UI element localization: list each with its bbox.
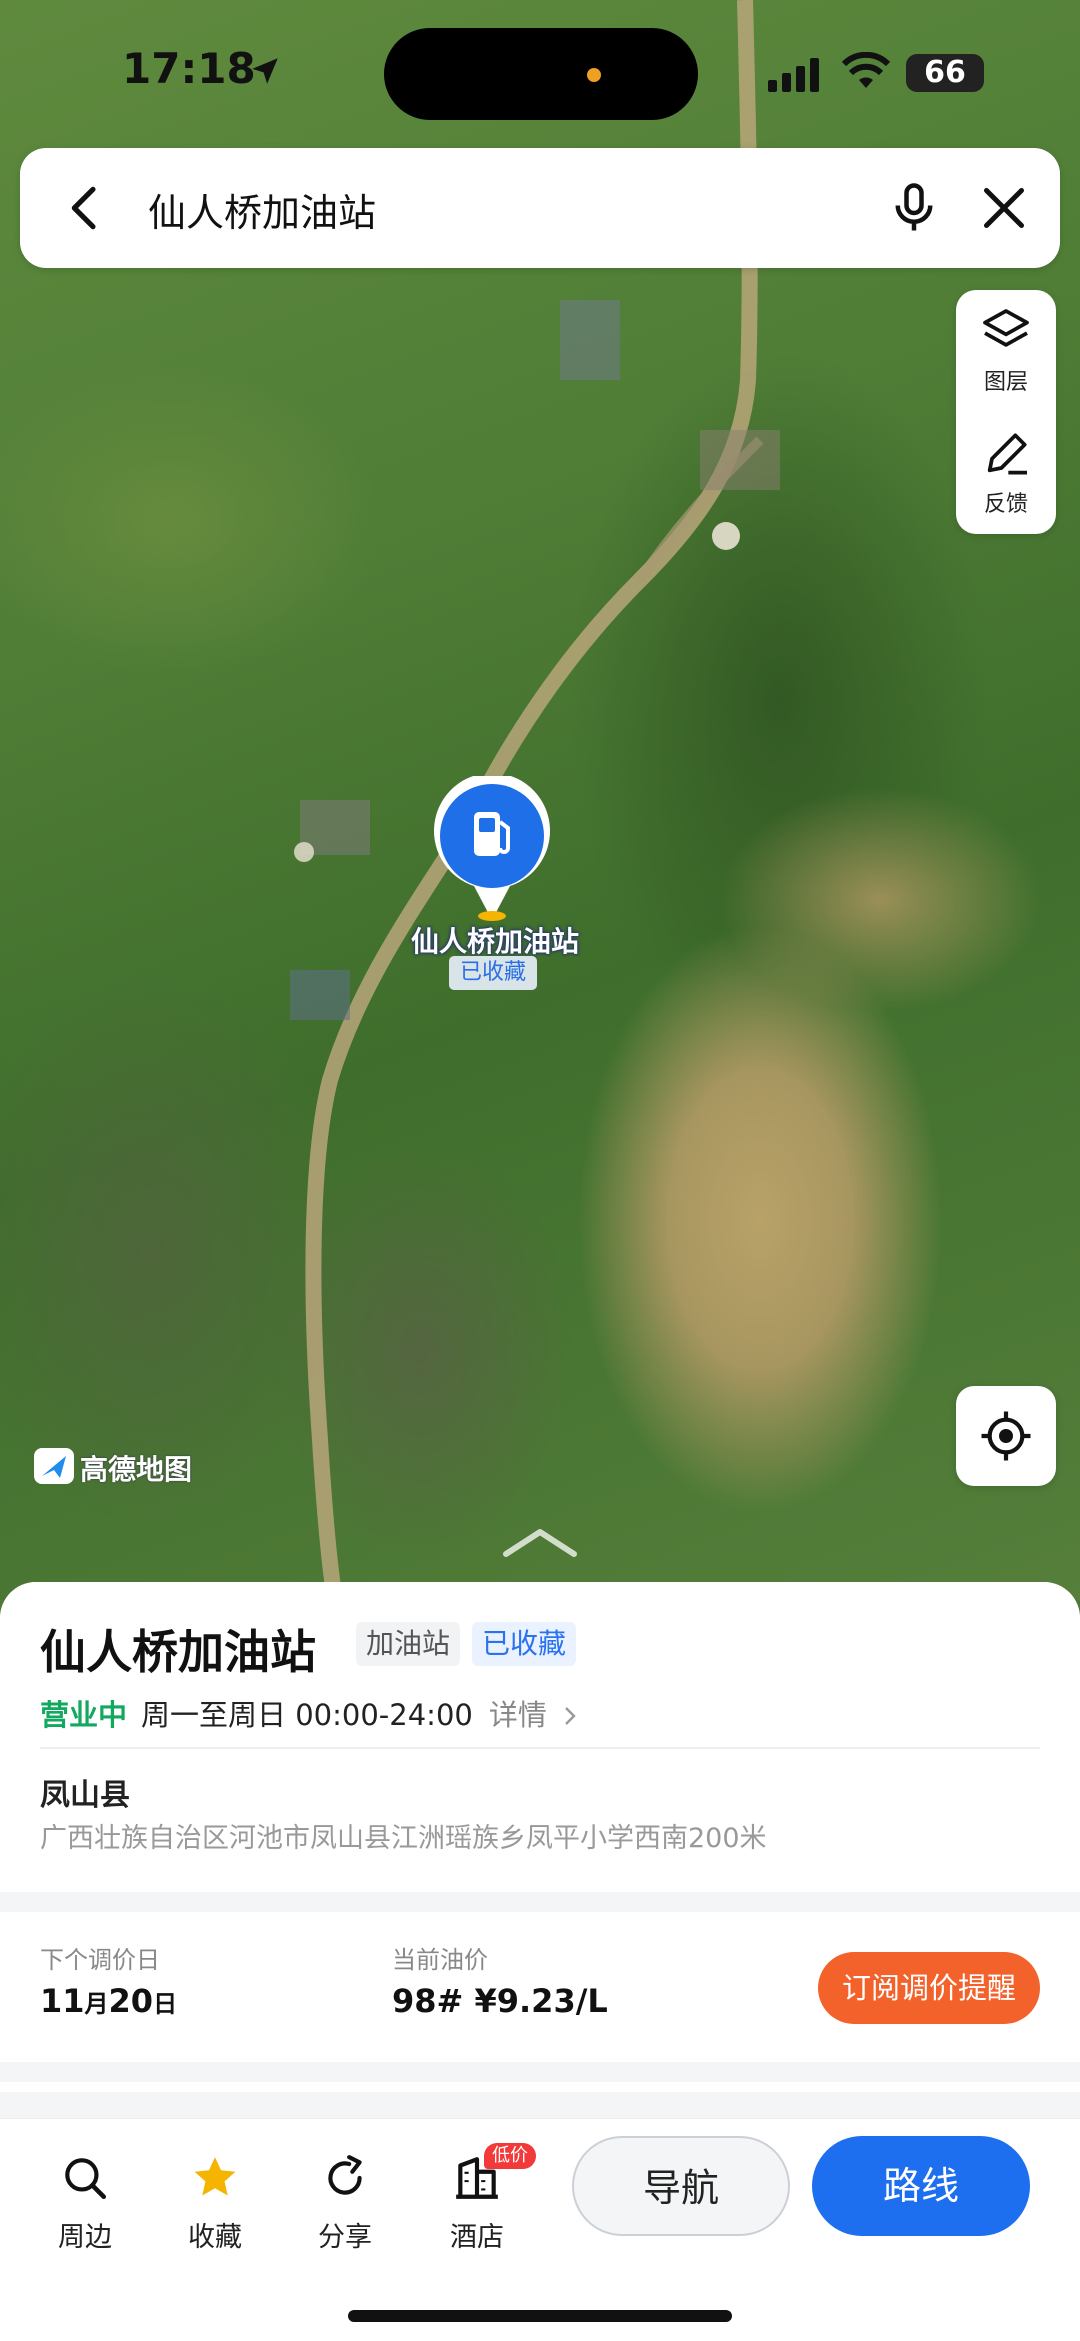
dynamic-island: [384, 28, 698, 120]
current-price: 98# ¥9.23/L: [392, 1982, 608, 2020]
favorited-tag: 已收藏: [472, 1622, 577, 1666]
battery-indicator: 66: [906, 54, 984, 92]
feedback-icon: [987, 433, 1027, 475]
search-query[interactable]: 仙人桥加油站: [148, 182, 376, 237]
back-icon[interactable]: [58, 180, 114, 236]
hours-range: 周一至周日 00:00-24:00: [141, 1698, 473, 1732]
favorite-button[interactable]: 收藏: [160, 2141, 270, 2253]
open-status: 营业中: [40, 1698, 128, 1732]
hotel-low-price-badge: 低价: [484, 2143, 536, 2169]
pin-favorited-label: 已收藏: [449, 956, 537, 990]
favorite-label: 收藏: [188, 2222, 242, 2253]
current-price-label: 当前油价: [392, 1946, 488, 1974]
category-tag: 加油站: [356, 1622, 461, 1666]
layers-label: 图层: [983, 370, 1028, 395]
wifi-icon: [842, 52, 890, 88]
hotel-label: 酒店: [450, 2222, 504, 2253]
share-label: 分享: [318, 2222, 372, 2253]
search-icon: [65, 2158, 107, 2200]
share-icon: [328, 2155, 362, 2195]
sheet-handle-icon[interactable]: [496, 1524, 584, 1560]
feedback-label: 反馈: [983, 492, 1028, 517]
poi-title: 仙人桥加油站: [40, 1625, 316, 1679]
nearby-button[interactable]: 周边: [30, 2141, 140, 2253]
locate-button[interactable]: [956, 1386, 1056, 1486]
detail-link[interactable]: 详情: [489, 1698, 547, 1732]
search-bar[interactable]: 仙人桥加油站: [20, 148, 1060, 268]
fuel-price-card: 下个调价日 11月20日 当前油价 98# ¥9.23/L 订阅调价提醒: [0, 1912, 1080, 2062]
divider: [40, 1747, 1040, 1749]
logo-text: 高德地图: [80, 1453, 193, 1486]
route-button[interactable]: 路线: [812, 2136, 1030, 2236]
mic-icon[interactable]: [884, 178, 944, 238]
pin-label: 仙人桥加油站: [410, 925, 579, 958]
chevron-right-icon: [565, 1707, 576, 1725]
hotel-button[interactable]: 低价 酒店: [422, 2141, 536, 2253]
next-adjust-date: 11月20日: [40, 1982, 178, 2020]
share-button[interactable]: 分享: [290, 2141, 400, 2253]
locate-icon: [981, 1411, 1031, 1461]
status-time: 17:18: [122, 44, 256, 93]
layers-icon: [983, 309, 1029, 347]
status-bar: 17:18 66: [0, 0, 1080, 140]
subscribe-price-alert-button[interactable]: 订阅调价提醒: [818, 1952, 1040, 2024]
layers-button[interactable]: 图层: [956, 290, 1056, 412]
home-indicator: [348, 2310, 732, 2322]
logo-mark-icon: [34, 1448, 74, 1484]
map-tools-panel: 图层 反馈: [956, 290, 1056, 534]
star-icon: [194, 2157, 236, 2196]
more-content-card: [0, 2082, 1080, 2092]
poi-info-card: 仙人桥加油站 加油站 已收藏 营业中 周一至周日 00:00-24:00 详情 凤山…: [0, 1582, 1080, 1892]
location-arrow-icon: [252, 58, 278, 84]
nearby-label: 周边: [58, 2222, 112, 2253]
navigate-button[interactable]: 导航: [572, 2136, 790, 2236]
next-adjust-label: 下个调价日: [40, 1946, 160, 1974]
feedback-button[interactable]: 反馈: [956, 412, 1056, 534]
cellular-signal-icon: [768, 58, 819, 92]
poi-address: 广西壮族自治区河池市凤山县江洲瑶族乡凤平小学西南200米: [40, 1823, 767, 1854]
county-name: 凤山县: [40, 1778, 130, 1813]
business-hours[interactable]: 营业中 周一至周日 00:00-24:00 详情: [40, 1692, 580, 1734]
gas-station-pin-icon[interactable]: [432, 776, 552, 926]
close-icon[interactable]: [974, 178, 1034, 238]
